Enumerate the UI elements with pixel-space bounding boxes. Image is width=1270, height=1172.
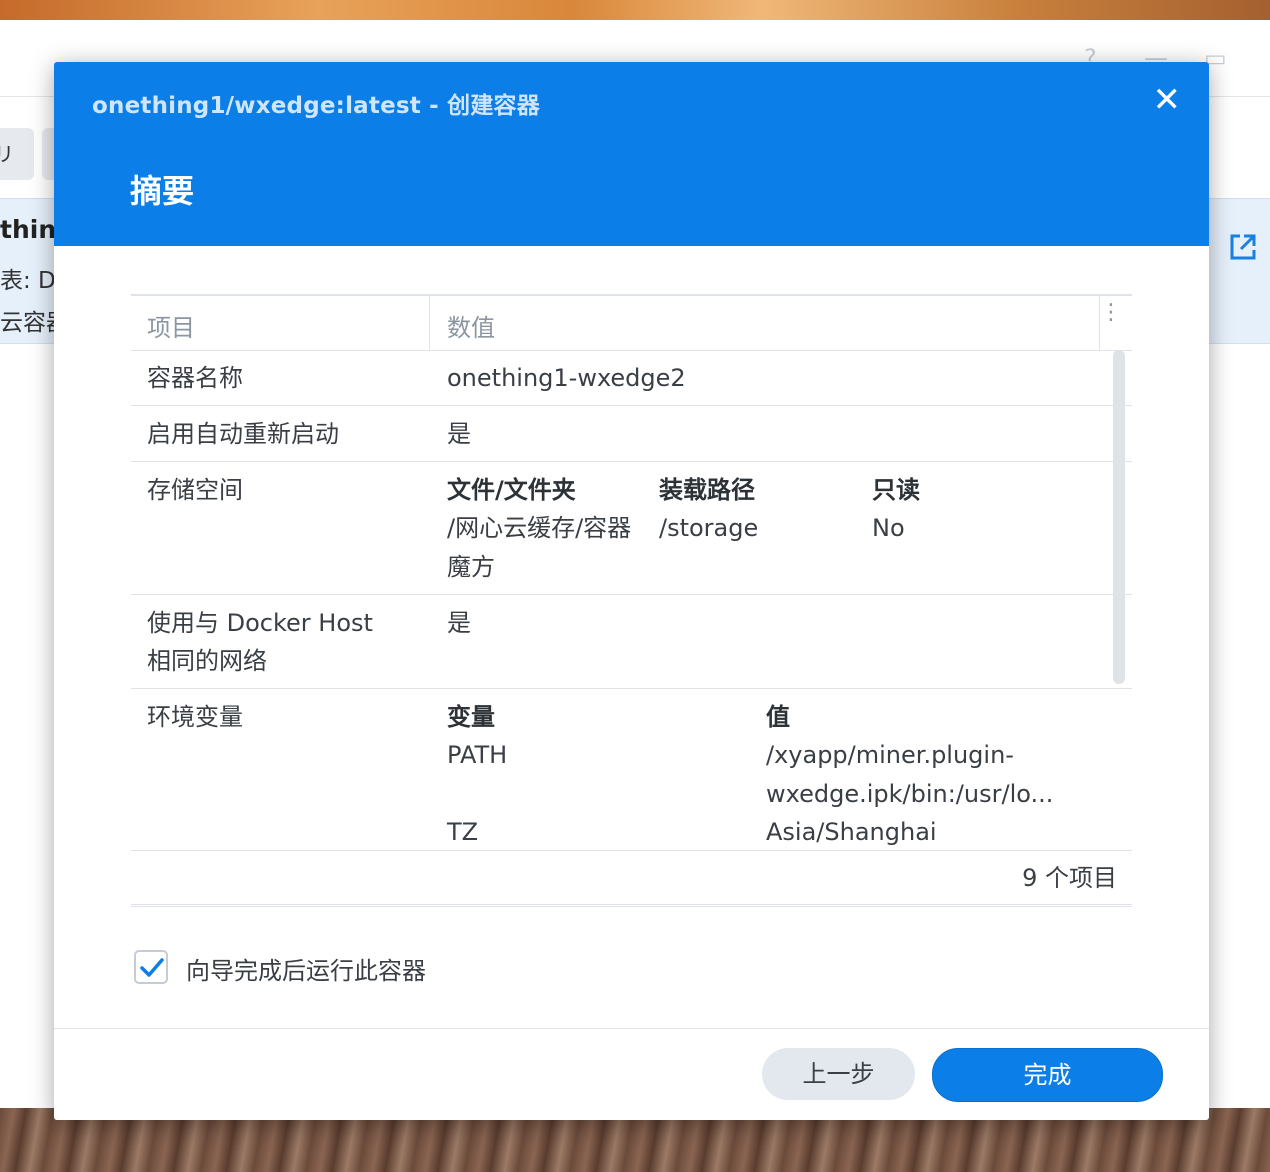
table-header: 项目 数值 ⋮ [131, 296, 1132, 351]
row-key: 使用与 Docker Host [147, 609, 373, 637]
row-key: 环境变量 [147, 703, 243, 731]
external-link-icon[interactable] [1228, 232, 1258, 270]
table-row[interactable]: 使用与 Docker Host 相同的网络 是 [131, 595, 1132, 689]
table-row[interactable]: 存储空间 文件/文件夹 装载路径 只读 /网心云缓存/容器 魔方 /storag… [131, 462, 1132, 595]
storage-file-path: /网心云缓存/容器 [447, 514, 632, 542]
close-icon[interactable]: ✕ [1153, 80, 1182, 120]
env-variable-value: /xyapp/miner.plugin- [766, 741, 1014, 769]
row-value: 是 [447, 609, 471, 637]
table-row[interactable]: 容器名称 onething1-wxedge2 [131, 350, 1132, 406]
back-button[interactable]: 上一步 [762, 1048, 915, 1100]
column-menu-icon[interactable]: ⋮ [1100, 302, 1122, 324]
row-key: 启用自动重新启动 [147, 420, 339, 448]
desktop-wallpaper-top [0, 0, 1270, 20]
dialog-header: onething1/wxedge:latest - 创建容器 ✕ 摘要 [54, 62, 1209, 246]
table-divider [131, 849, 1132, 851]
run-after-checkbox[interactable] [134, 950, 168, 984]
dialog-step-heading: 摘要 [130, 172, 195, 210]
dialog-title: onething1/wxedge:latest - 创建容器 [92, 93, 540, 119]
table-scrollbar[interactable] [1113, 350, 1125, 684]
storage-header-file: 文件/文件夹 [447, 476, 576, 504]
storage-header-readonly: 只读 [872, 476, 920, 504]
env-variable-value: Asia/Shanghai [766, 818, 937, 846]
background-toolbar-button[interactable]: リ [0, 128, 34, 180]
done-button[interactable]: 完成 [932, 1048, 1163, 1102]
row-value: onething1-wxedge2 [447, 364, 686, 392]
dialog-footer-divider [54, 1028, 1209, 1029]
table-row[interactable]: 启用自动重新启动 是 [131, 406, 1132, 462]
column-divider[interactable] [429, 296, 430, 350]
env-header-variable: 变量 [447, 703, 495, 731]
summary-table: 项目 数值 ⋮ 容器名称 onething1-wxedge2 启用自动重新启动 … [131, 294, 1132, 907]
env-variable-name: TZ [447, 818, 479, 846]
background-row-line2: 表: D [0, 268, 56, 294]
column-header-value[interactable]: 数值 [447, 308, 495, 343]
storage-readonly-value: No [872, 514, 905, 542]
env-variable-value-cont: wxedge.ipk/bin:/usr/lo... [766, 780, 1054, 808]
storage-file-path-cont: 魔方 [447, 553, 495, 581]
background-toolbar-label: リ [0, 142, 14, 166]
storage-header-mount: 装载路径 [659, 476, 755, 504]
item-count: 9 个项目 [1022, 864, 1117, 892]
row-key: 存储空间 [147, 476, 243, 504]
table-row[interactable]: 环境变量 变量 值 PATH /xyapp/miner.plugin- wxed… [131, 689, 1132, 849]
storage-mount-path: /storage [659, 514, 759, 542]
run-after-label[interactable]: 向导完成后运行此容器 [186, 951, 426, 986]
table-footer-divider [131, 904, 1132, 905]
create-container-dialog: onething1/wxedge:latest - 创建容器 ✕ 摘要 项目 数… [54, 62, 1209, 1120]
env-variable-name: PATH [447, 741, 508, 769]
env-header-value: 值 [766, 703, 790, 731]
checkmark-icon [140, 958, 164, 977]
column-header-item[interactable]: 项目 [147, 308, 195, 343]
row-key-cont: 相同的网络 [147, 647, 267, 675]
row-key: 容器名称 [147, 364, 243, 392]
row-value: 是 [447, 420, 471, 448]
